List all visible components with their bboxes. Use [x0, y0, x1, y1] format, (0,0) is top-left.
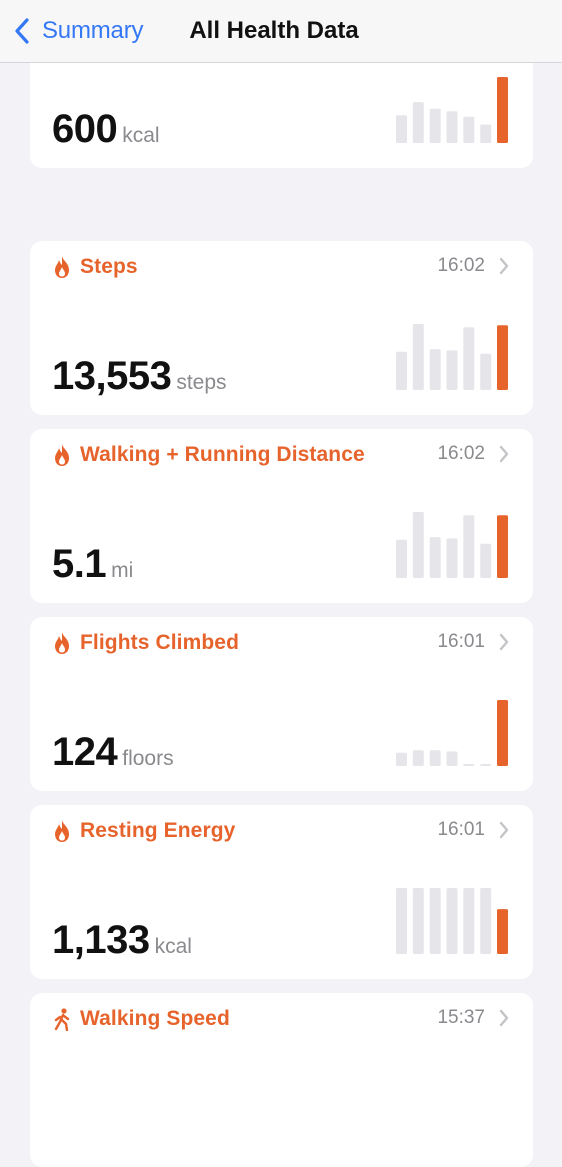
card-title: Walking Speed: [80, 1007, 230, 1030]
sparkline-bar: [463, 327, 475, 390]
card-timestamp: 16:02: [437, 255, 485, 276]
card-timestamp: 16:01: [437, 631, 485, 652]
sparkline-bar: [480, 764, 492, 766]
card-timestamp: 15:37: [437, 1007, 485, 1028]
card-value-row: 1,133 kcal: [52, 918, 192, 963]
metric-unit: mi: [111, 559, 134, 582]
sparkline-bar: [412, 512, 424, 578]
chevron-right-icon: [497, 631, 511, 653]
sparkline-bar: [463, 764, 475, 766]
chevron-right-icon: [497, 443, 511, 465]
sparkline-bar-today: [497, 325, 508, 390]
card-flights-climbed[interactable]: Flights Climbed 16:01 124 floors: [30, 617, 533, 791]
sparkline-bar: [396, 888, 407, 954]
flame-icon: [52, 631, 72, 655]
card-value-row: 600 kcal: [52, 107, 160, 152]
sparkline-bar: [446, 111, 458, 143]
sparkline-bar: [396, 752, 407, 766]
chevron-right-icon: [497, 1007, 511, 1029]
card-value-row: 5.1 mi: [52, 542, 133, 587]
sparkline-bar-today: [497, 700, 508, 766]
flame-icon: [52, 819, 72, 843]
sparkline-bar: [412, 102, 424, 143]
metric-unit: floors: [122, 747, 174, 770]
weekly-sparkline: [396, 888, 508, 954]
sparkline-bar-today: [497, 77, 508, 143]
sparkline-bar: [429, 108, 441, 143]
chevron-right-icon: [497, 819, 511, 841]
card-walking-speed[interactable]: Walking Speed 15:37: [30, 993, 533, 1167]
flame-icon: [52, 255, 72, 279]
card-title: Resting Energy: [80, 819, 236, 842]
navigation-bar: Summary All Health Data: [0, 0, 562, 63]
sparkline-bar-today: [497, 909, 508, 954]
sparkline-bar: [463, 515, 475, 578]
sparkline-bar: [480, 888, 492, 954]
card-title: Walking + Running Distance: [80, 443, 365, 466]
card-title: Flights Climbed: [80, 631, 239, 654]
weekly-sparkline: [396, 700, 508, 766]
metric-value: 1,133: [52, 918, 150, 962]
weekly-sparkline: [396, 324, 508, 390]
chevron-right-icon: [497, 255, 511, 277]
sparkline-bar: [463, 888, 475, 954]
sparkline-bar-today: [497, 515, 508, 578]
sparkline-bar: [480, 124, 492, 143]
sparkline-bar: [480, 353, 492, 390]
back-button[interactable]: Summary: [10, 14, 143, 48]
card-timestamp: 16:02: [437, 443, 485, 464]
card-steps[interactable]: Steps 16:02 13,553 steps: [30, 241, 533, 415]
metric-value: 600: [52, 107, 118, 151]
metric-value: 124: [52, 730, 118, 774]
sparkline-bar: [463, 116, 475, 143]
sparkline-bar: [429, 349, 441, 390]
card-timestamp: 16:01: [437, 819, 485, 840]
metric-unit: kcal: [122, 124, 160, 147]
weekly-sparkline: [396, 512, 508, 578]
metric-value: 13,553: [52, 354, 172, 398]
walk-icon: [52, 1007, 72, 1032]
sparkline-bar: [412, 324, 424, 390]
sparkline-bar: [396, 539, 407, 578]
sparkline-bar: [480, 543, 492, 578]
card-resting-energy[interactable]: Resting Energy 16:01 1,133 kcal: [30, 805, 533, 979]
sparkline-bar: [412, 888, 424, 954]
metric-unit: kcal: [154, 935, 192, 958]
sparkline-bar: [396, 351, 407, 390]
card-value-row: 13,553 steps: [52, 354, 227, 399]
chevron-left-icon: [10, 14, 34, 48]
sparkline-bar: [396, 115, 407, 143]
sparkline-bar: [446, 538, 458, 578]
weekly-sparkline: [396, 77, 508, 143]
sparkline-bar: [446, 888, 458, 954]
back-button-label: Summary: [42, 17, 144, 44]
sparkline-bar: [429, 888, 441, 954]
metric-unit: steps: [176, 371, 227, 394]
metric-value: 5.1: [52, 542, 107, 586]
sparkline-bar: [446, 751, 458, 766]
sparkline-bar: [429, 750, 441, 766]
sparkline-bar: [429, 537, 441, 578]
card-title: Steps: [80, 255, 138, 278]
card-walking-running-distance[interactable]: Walking + Running Distance 16:02 5.1 mi: [30, 429, 533, 603]
flame-icon: [52, 443, 72, 467]
page-title: All Health Data: [189, 17, 359, 44]
sparkline-bar: [446, 350, 458, 390]
card-value-row: 124 floors: [52, 730, 174, 775]
sparkline-bar: [412, 750, 424, 766]
